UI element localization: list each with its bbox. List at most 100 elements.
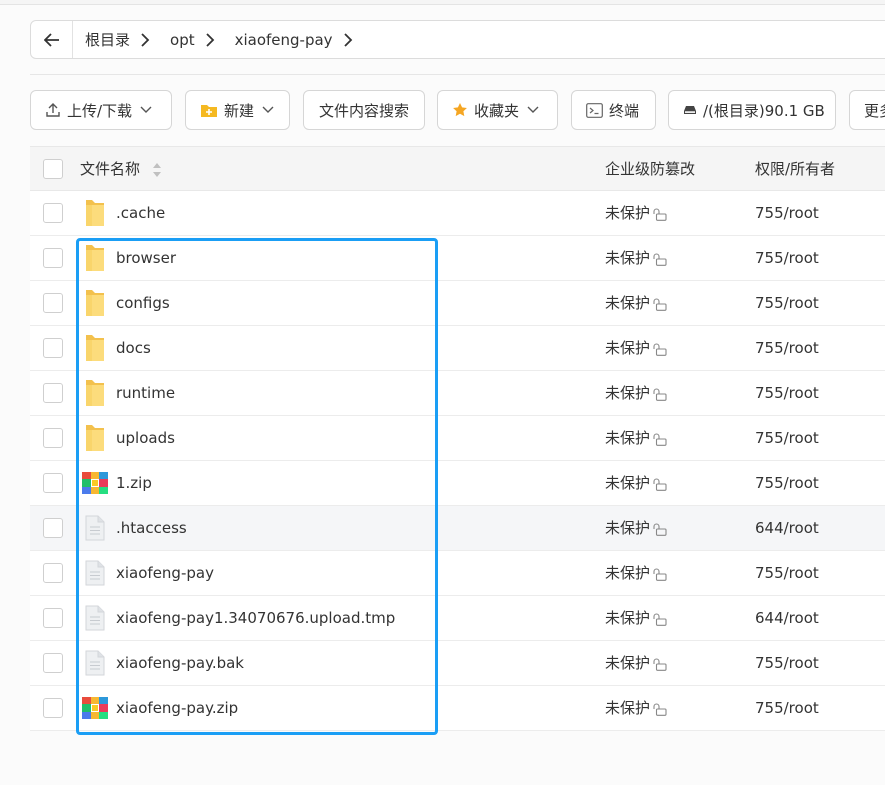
more-button[interactable]: 更多 [849, 90, 885, 130]
table-row[interactable]: runtime 未保护 755/root [30, 371, 885, 416]
file-name[interactable]: xiaofeng-pay.zip [116, 686, 238, 731]
table-row[interactable]: xiaofeng-pay.bak 未保护 755/root [30, 641, 885, 686]
protection-status[interactable]: 未保护 [605, 191, 667, 236]
protection-label: 未保护 [605, 609, 651, 627]
protection-status[interactable]: 未保护 [605, 686, 667, 731]
back-button[interactable] [31, 21, 73, 58]
protection-label: 未保护 [605, 339, 651, 357]
chevron-right-icon [205, 32, 214, 47]
terminal-label: 终端 [609, 101, 640, 120]
protection-status[interactable]: 未保护 [605, 551, 667, 596]
permission-owner[interactable]: 755/root [755, 461, 819, 506]
row-checkbox[interactable] [43, 383, 63, 403]
row-checkbox[interactable] [43, 608, 63, 628]
row-checkbox[interactable] [43, 248, 63, 268]
file-name[interactable]: 1.zip [116, 461, 152, 506]
protection-status[interactable]: 未保护 [605, 281, 667, 326]
row-checkbox[interactable] [43, 518, 63, 538]
table-header: 文件名称 企业级防篡改 权限/所有者 [30, 146, 885, 191]
row-checkbox[interactable] [43, 473, 63, 493]
protection-status[interactable]: 未保护 [605, 596, 667, 641]
breadcrumb-item-opt[interactable]: opt [158, 21, 223, 58]
file-name[interactable]: docs [116, 326, 151, 371]
row-checkbox[interactable] [43, 698, 63, 718]
table-row[interactable]: configs 未保护 755/root [30, 281, 885, 326]
new-button[interactable]: 新建 [185, 90, 290, 130]
table-row[interactable]: browser 未保护 755/root [30, 236, 885, 281]
row-checkbox[interactable] [43, 653, 63, 673]
column-header-name[interactable]: 文件名称 [80, 147, 162, 192]
protection-label: 未保护 [605, 249, 651, 267]
table-row[interactable]: .cache 未保护 755/root [30, 191, 885, 236]
favorites-button[interactable]: 收藏夹 [437, 90, 558, 130]
file-name[interactable]: browser [116, 236, 176, 281]
protection-label: 未保护 [605, 519, 651, 537]
disk-button[interactable]: /(根目录)90.1 GB [668, 90, 836, 130]
protection-status[interactable]: 未保护 [605, 326, 667, 371]
file-content-search-button[interactable]: 文件内容搜索 [303, 90, 425, 130]
chevron-right-icon [141, 32, 150, 47]
permission-owner[interactable]: 644/root [755, 596, 819, 641]
file-type-icon [82, 379, 108, 407]
select-all-checkbox[interactable] [43, 159, 63, 179]
permission-owner[interactable]: 755/root [755, 551, 819, 596]
folder-icon [86, 245, 104, 271]
unlock-icon [653, 703, 667, 716]
file-name[interactable]: runtime [116, 371, 175, 416]
file-name[interactable]: xiaofeng-pay [116, 551, 214, 596]
terminal-button[interactable]: 终端 [571, 90, 656, 130]
protection-status[interactable]: 未保护 [605, 461, 667, 506]
row-checkbox[interactable] [43, 338, 63, 358]
top-divider [0, 0, 885, 5]
file-type-icon [82, 424, 108, 452]
sort-icon [153, 162, 162, 177]
table-row[interactable]: docs 未保护 755/root [30, 326, 885, 371]
upload-download-label: 上传/下载 [67, 101, 133, 120]
table-row[interactable]: 1.zip 未保护 755/root [30, 461, 885, 506]
permission-owner[interactable]: 755/root [755, 326, 819, 371]
protection-status[interactable]: 未保护 [605, 506, 667, 551]
table-row[interactable]: uploads 未保护 755/root [30, 416, 885, 461]
protection-status[interactable]: 未保护 [605, 416, 667, 461]
file-icon [85, 515, 105, 541]
permission-owner[interactable]: 755/root [755, 191, 819, 236]
file-type-icon [82, 244, 108, 272]
file-name[interactable]: .htaccess [116, 506, 187, 551]
file-name[interactable]: xiaofeng-pay1.34070676.upload.tmp [116, 596, 395, 641]
protection-status[interactable]: 未保护 [605, 641, 667, 686]
table-row[interactable]: xiaofeng-pay1.34070676.upload.tmp 未保护 644/… [30, 596, 885, 641]
upload-download-button[interactable]: 上传/下载 [30, 90, 172, 130]
file-name[interactable]: uploads [116, 416, 175, 461]
unlock-icon [653, 388, 667, 401]
column-header-permission: 权限/所有者 [755, 160, 836, 178]
permission-owner[interactable]: 755/root [755, 416, 819, 461]
permission-owner[interactable]: 644/root [755, 506, 819, 551]
permission-owner[interactable]: 755/root [755, 371, 819, 416]
unlock-icon [653, 523, 667, 536]
breadcrumb-item-root[interactable]: 根目录 [73, 21, 158, 58]
table-row[interactable]: xiaofeng-pay.zip 未保护 755/root [30, 686, 885, 731]
breadcrumb-item-current[interactable]: xiaofeng-pay [223, 21, 361, 58]
protection-status[interactable]: 未保护 [605, 236, 667, 281]
row-checkbox[interactable] [43, 293, 63, 313]
protection-status[interactable]: 未保护 [605, 371, 667, 416]
table-row[interactable]: xiaofeng-pay 未保护 755/root [30, 551, 885, 596]
file-table: 文件名称 企业级防篡改 权限/所有者 .cache 未保护 755/root brow… [30, 146, 885, 731]
permission-owner[interactable]: 755/root [755, 236, 819, 281]
file-name[interactable]: xiaofeng-pay.bak [116, 641, 244, 686]
row-checkbox[interactable] [43, 428, 63, 448]
permission-owner[interactable]: 755/root [755, 641, 819, 686]
file-icon [85, 605, 105, 631]
file-name[interactable]: .cache [116, 191, 165, 236]
file-icon [85, 650, 105, 676]
row-checkbox[interactable] [43, 563, 63, 583]
unlock-icon [653, 433, 667, 446]
table-row[interactable]: .htaccess 未保护 644/root [30, 506, 885, 551]
file-type-icon [82, 694, 108, 722]
breadcrumb: 根目录 opt xiaofeng-pay [30, 20, 885, 59]
permission-owner[interactable]: 755/root [755, 281, 819, 326]
permission-owner[interactable]: 755/root [755, 686, 819, 731]
row-checkbox[interactable] [43, 203, 63, 223]
file-name[interactable]: configs [116, 281, 170, 326]
file-icon [85, 560, 105, 586]
